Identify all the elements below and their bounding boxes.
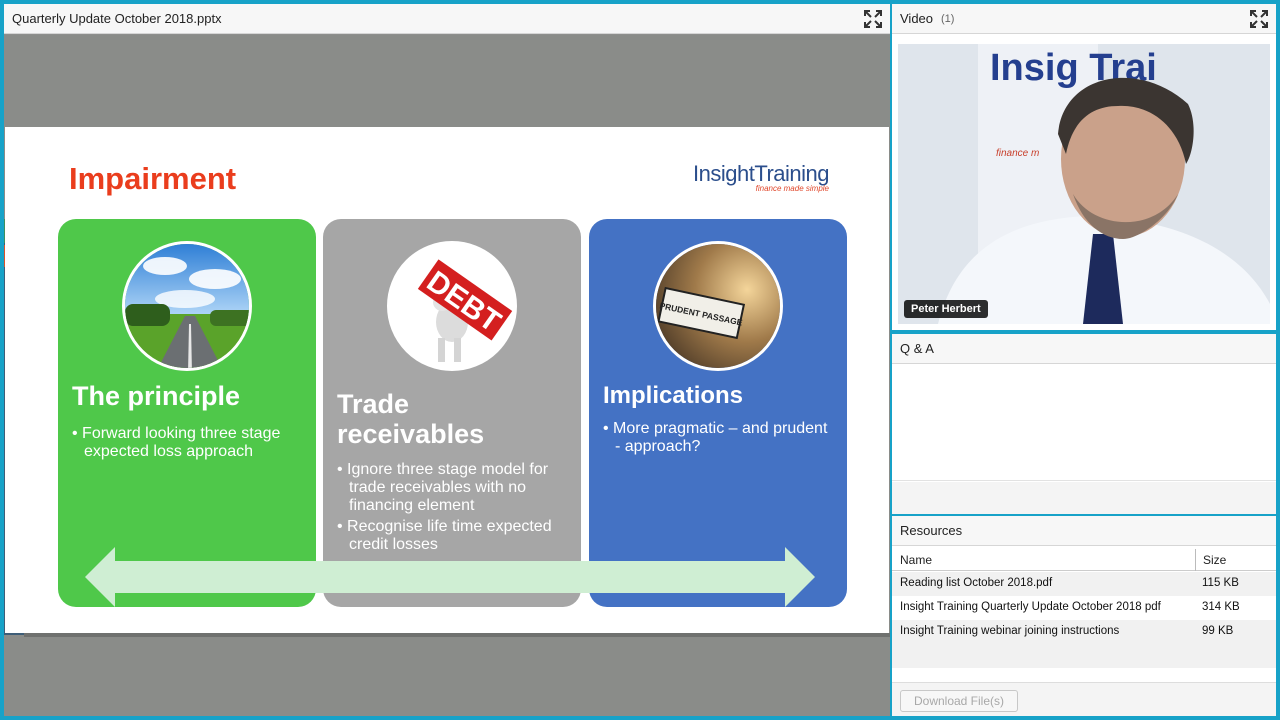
road-landscape-image [122,241,252,371]
card-implications-heading: Implications [603,382,744,409]
resources-pod-titlebar: Resources [892,516,1276,546]
column-header-size[interactable]: Size [1203,553,1226,567]
qa-pod-title: Q & A [900,341,934,356]
column-header-name[interactable]: Name [900,553,932,567]
resources-footer: Download File(s) [892,682,1276,716]
video-pod-titlebar: Video (1) [892,4,1276,34]
table-row[interactable]: Insight Training webinar joining instruc… [892,620,1276,644]
column-divider[interactable] [1195,549,1196,571]
table-row[interactable]: Reading list October 2018.pdf 115 KB [892,572,1276,596]
video-backdrop-tagline: finance m [996,148,1039,159]
video-pod: Video (1) Insig Trai finance m Peter Her… [892,4,1276,330]
video-participant-count: (1) [941,12,955,25]
card-principle-heading: The principle [72,381,241,411]
share-pod-title: Quarterly Update October 2018.pptx [12,11,222,26]
bullet: Forward looking three stage expected los… [72,425,306,461]
presenter-name-tag: Peter Herbert [904,300,988,318]
share-pod: Quarterly Update October 2018.pptx Impai… [4,4,890,716]
slide-shadow [24,633,890,637]
slide-stage: Impairment InsightTraining finance made … [4,35,890,716]
presenter-video[interactable]: Insig Trai finance m Peter Herbert [898,44,1270,324]
prudent-passage-image: PRUDENT PASSAGE [653,241,783,371]
qa-pod: Q & A [892,334,1276,514]
card-implications-bullets: More pragmatic – and prudent - approach? [603,420,837,459]
card-trade-receivables-heading: Trade receivables [337,389,485,449]
resources-pod: Resources Name Size Reading list October… [892,516,1276,716]
double-arrow-graphic [85,547,815,607]
resources-pod-title: Resources [900,523,963,538]
qa-footer [892,482,1276,514]
file-size: 99 KB [1202,625,1234,637]
qa-question-list[interactable] [892,365,1276,481]
card-trade-receivables-bullets: Ignore three stage model for trade recei… [337,461,571,557]
file-size: 314 KB [1202,601,1240,613]
fullscreen-icon[interactable] [1250,10,1268,28]
slide-title: Impairment [69,161,237,196]
share-pod-titlebar: Quarterly Update October 2018.pptx [4,4,890,34]
insight-training-logo: InsightTraining finance made simple [693,161,829,193]
empty-row [892,644,1276,668]
qa-pod-titlebar: Q & A [892,334,1276,364]
slide: Impairment InsightTraining finance made … [5,127,889,633]
table-row[interactable]: Insight Training Quarterly Update Octobe… [892,596,1276,620]
resources-table-header: Name Size [892,547,1276,571]
file-name: Insight Training webinar joining instruc… [900,625,1120,637]
debt-figure-image: DEBT [387,241,517,371]
file-size: 115 KB [1202,577,1239,589]
file-name: Reading list October 2018.pdf [900,577,1053,589]
bullet: Ignore three stage model for trade recei… [337,461,571,515]
bullet: More pragmatic – and prudent - approach? [603,420,837,456]
card-principle-bullets: Forward looking three stage expected los… [72,425,306,464]
fullscreen-icon[interactable] [864,10,882,28]
download-files-button[interactable]: Download File(s) [900,690,1018,712]
file-name: Insight Training Quarterly Update Octobe… [900,601,1161,613]
video-pod-title: Video [900,11,934,26]
